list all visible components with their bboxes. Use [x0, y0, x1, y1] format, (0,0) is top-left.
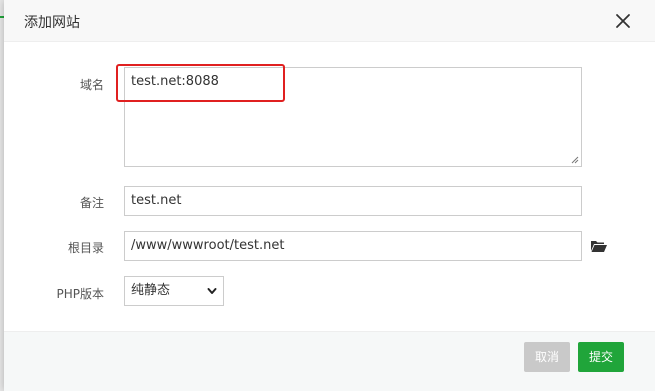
root-dir-label: 根目录 [67, 241, 104, 255]
php-version-label: PHP版本 [56, 287, 105, 301]
resize-grip-icon[interactable] [571, 156, 579, 164]
dialog-body: 域名 test.net:8088 备注 test.net 根目录 /www/ww… [4, 42, 655, 331]
php-version-select[interactable]: 纯静态 [124, 276, 224, 306]
submit-button[interactable]: 提交 [578, 342, 624, 372]
dialog-header: 添加网站 [4, 0, 655, 42]
cancel-button[interactable]: 取消 [524, 342, 570, 372]
domain-label: 域名 [79, 78, 104, 92]
note-label: 备注 [79, 196, 104, 210]
folder-open-icon[interactable] [590, 238, 608, 252]
domain-highlight-annotation [116, 64, 285, 102]
root-dir-input[interactable]: /www/wwwroot/test.net [124, 231, 582, 261]
add-website-dialog: 添加网站 域名 test.net:8088 备注 test.net 根目录 /w… [4, 0, 655, 391]
dialog-title: 添加网站 [24, 15, 80, 31]
note-input[interactable]: test.net [124, 186, 582, 216]
dialog-footer: 取消 提交 [4, 331, 655, 391]
root-dir-value: /www/wwwroot/test.net [131, 238, 285, 253]
chevron-down-icon [207, 288, 217, 294]
close-icon[interactable] [613, 11, 633, 31]
php-version-selected: 纯静态 [131, 283, 171, 298]
note-value: test.net [131, 193, 182, 208]
